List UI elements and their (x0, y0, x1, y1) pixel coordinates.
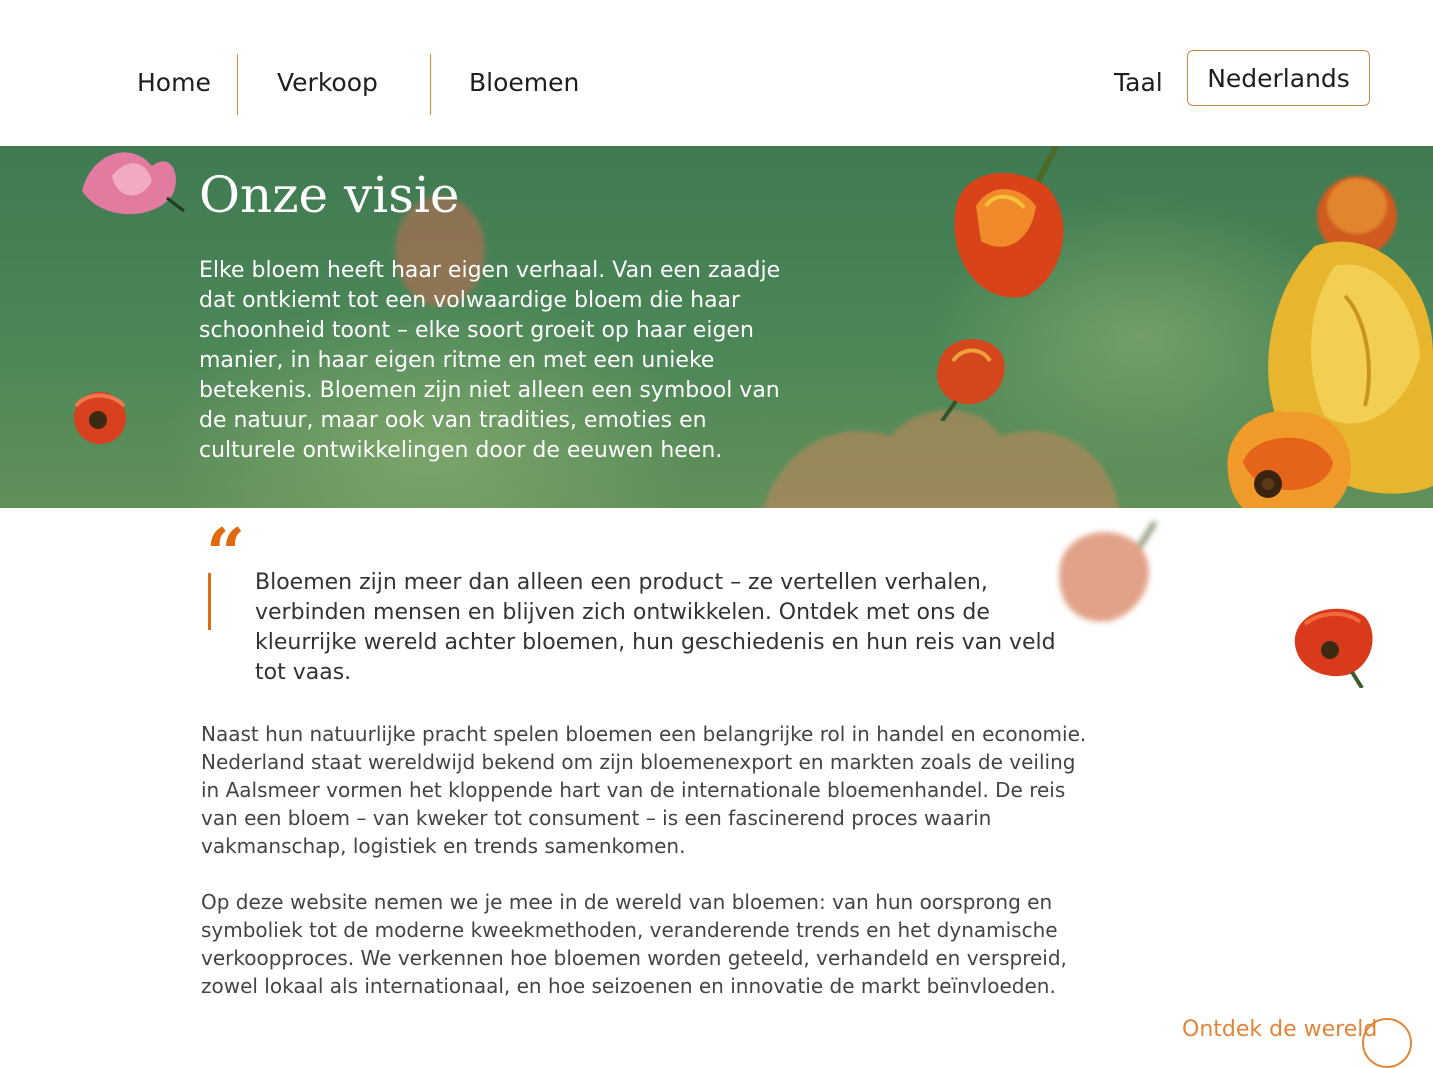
arrow-circle-icon[interactable] (1362, 1018, 1412, 1068)
nav-divider (237, 54, 238, 115)
discover-link[interactable]: Ontdek de wereld (1182, 1017, 1377, 1042)
hero-banner: Onze visie Elke bloem heeft haar eigen v… (0, 146, 1433, 508)
orange-tulip-image (937, 339, 1005, 421)
body-paragraph-1: Naast hun natuurlijke pracht spelen bloe… (201, 722, 1087, 858)
hero-paragraph: Elke bloem heeft haar eigen verhaal. Van… (199, 258, 781, 463)
red-tulip-image (1294, 608, 1373, 688)
page-title: Onze visie (199, 166, 460, 224)
orange-open-tulip-image (1227, 411, 1351, 508)
language-label: Taal (1114, 68, 1163, 97)
quote-accent-bar (208, 573, 211, 630)
quote-mark-icon: “ (206, 514, 246, 594)
nav-item-verkoop[interactable]: Verkoop (277, 68, 378, 97)
red-tulip-image (74, 392, 126, 444)
body-paragraph-2: Op deze website nemen we je mee in de we… (201, 890, 1067, 998)
language-select-value: Nederlands (1207, 63, 1350, 93)
language-select[interactable]: Nederlands (1187, 50, 1370, 106)
orange-tulip-image (954, 146, 1064, 298)
top-navigation: Home Verkoop Bloemen Taal Nederlands (0, 0, 1433, 146)
nav-divider (430, 54, 431, 115)
pink-tulip-image (82, 152, 185, 215)
nav-item-home[interactable]: Home (137, 68, 211, 97)
quote-text: Bloemen zijn meer dan alleen een product… (255, 570, 1056, 685)
nav-item-bloemen[interactable]: Bloemen (469, 68, 579, 97)
